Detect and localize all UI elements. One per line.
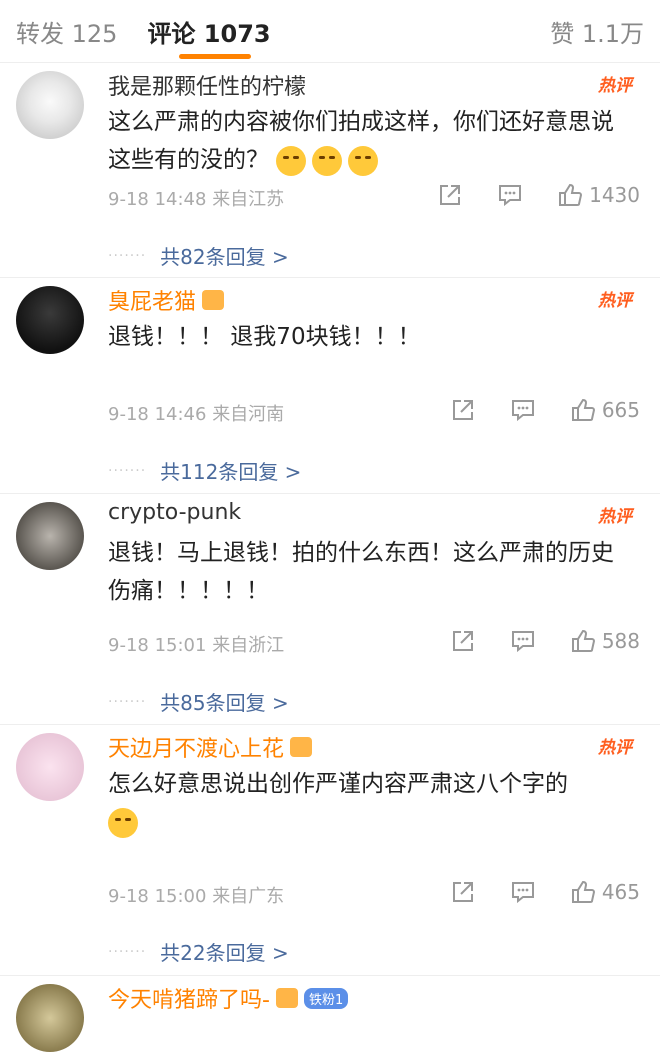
- avatar[interactable]: [16, 733, 84, 801]
- comment-text-content: 退钱！！！ 退我70块钱！！！: [108, 324, 421, 350]
- replies-dots: ·······: [108, 943, 147, 960]
- comment-meta: 9-18 14:46 来自河南: [108, 400, 284, 426]
- username-text: 今天啃猪蹄了吗-: [108, 988, 270, 1013]
- comment-location: 来自浙江: [212, 635, 285, 656]
- comment-time: 9-18 14:48: [108, 189, 207, 210]
- comment-time: 9-18 15:01: [108, 635, 207, 656]
- hot-comment-badge: 热评: [598, 738, 632, 758]
- comment-time: 9-18 15:00: [108, 886, 207, 907]
- tab-repost[interactable]: 转发 125: [16, 14, 117, 49]
- comment-item: 今天啃猪蹄了吗- 铁粉1: [0, 976, 660, 1052]
- comment-actions: 665: [416, 398, 640, 422]
- comment-actions: 465: [416, 880, 640, 904]
- replies-dots: ·······: [108, 247, 147, 264]
- like-icon[interactable]: [570, 398, 596, 422]
- member-crown-icon: [290, 737, 313, 757]
- replies-count: 共22条回复 >: [160, 941, 289, 965]
- replies-dots: ·······: [108, 462, 147, 479]
- tab-comments-label: 评论 1073: [147, 19, 271, 48]
- username-text: 天边月不渡心上花: [108, 737, 285, 762]
- comment-meta: 9-18 15:01 来自浙江: [108, 631, 284, 657]
- avatar[interactable]: [16, 286, 84, 354]
- sweat-smile-emoji-icon: [108, 807, 138, 838]
- replies-count: 共82条回复 >: [160, 245, 289, 269]
- view-replies-link[interactable]: ······· 共22条回复 >: [108, 937, 289, 966]
- username-text: crypto-punk: [108, 500, 242, 525]
- username[interactable]: 我是那颗任性的柠檬: [108, 69, 306, 101]
- view-replies-link[interactable]: ······· 共82条回复 >: [108, 241, 289, 270]
- comment-time: 9-18 14:46: [108, 404, 207, 425]
- comment-location: 来自河南: [212, 404, 285, 425]
- username-text: 我是那颗任性的柠檬: [108, 75, 307, 100]
- share-icon[interactable]: [450, 629, 476, 653]
- like-icon[interactable]: [557, 183, 583, 207]
- comment-text-content: 怎么好意思说出创作严谨内容严肃这八个字的: [108, 771, 568, 797]
- like-count: 1430: [589, 183, 640, 207]
- share-icon[interactable]: [450, 398, 476, 422]
- active-tab-indicator: [179, 53, 252, 59]
- member-crown-icon: [202, 290, 225, 310]
- comment-item: 天边月不渡心上花 热评 怎么好意思说出创作严谨内容严肃这八个字的 9-18 15…: [0, 725, 660, 976]
- comment-actions: 1430: [403, 183, 640, 207]
- view-replies-link[interactable]: ······· 共112条回复 >: [108, 456, 301, 485]
- comment-actions: 588: [416, 629, 640, 653]
- tab-comments[interactable]: 评论 1073: [147, 14, 271, 59]
- comment-meta: 9-18 14:48 来自江苏: [108, 185, 284, 211]
- smirk-emoji-icon: [312, 145, 343, 176]
- share-icon[interactable]: [437, 183, 463, 207]
- hot-comment-badge: 热评: [598, 507, 632, 527]
- like-count: 465: [601, 880, 640, 904]
- replies-count: 共85条回复 >: [160, 691, 289, 715]
- like-icon[interactable]: [570, 880, 596, 904]
- replies-count: 共112条回复 >: [160, 460, 302, 484]
- username[interactable]: 臭屁老猫: [108, 284, 225, 316]
- comment-location: 来自江苏: [212, 189, 285, 210]
- comment-icon[interactable]: [510, 880, 536, 904]
- replies-dots: ·······: [108, 693, 147, 710]
- smirk-emoji-icon: [348, 145, 379, 176]
- fan-badge: 铁粉1: [303, 987, 349, 1009]
- comment-item: 我是那颗任性的柠檬 热评 这么严肃的内容被你们拍成这样，你们还好意思说这些有的没…: [0, 63, 660, 278]
- comment-item: crypto-punk 热评 退钱！马上退钱！拍的什么东西！这么严肃的历史伤痛！…: [0, 494, 660, 725]
- hot-comment-badge: 热评: [598, 76, 632, 96]
- like-count: 588: [601, 629, 640, 653]
- comment-item: 臭屁老猫 热评 退钱！！！ 退我70块钱！！！ 9-18 14:46 来自河南 …: [0, 278, 660, 494]
- comment-text: 怎么好意思说出创作严谨内容严肃这八个字的: [108, 765, 633, 841]
- comment-text: 退钱！马上退钱！拍的什么东西！这么严肃的历史伤痛！！！！！: [108, 534, 633, 610]
- comment-icon[interactable]: [510, 629, 536, 653]
- comment-text: 这么严肃的内容被你们拍成这样，你们还好意思说这些有的没的？: [108, 103, 633, 179]
- username[interactable]: 天边月不渡心上花: [108, 731, 313, 763]
- view-replies-link[interactable]: ······· 共85条回复 >: [108, 687, 289, 716]
- member-crown-icon: [275, 988, 298, 1008]
- comment-location: 来自广东: [212, 886, 285, 907]
- comment-text: 退钱！！！ 退我70块钱！！！: [108, 318, 633, 356]
- smirk-emoji-icon: [276, 145, 307, 176]
- username-text: 臭屁老猫: [108, 290, 197, 315]
- comment-meta: 9-18 15:00 来自广东: [108, 882, 284, 908]
- hot-comment-badge: 热评: [598, 291, 632, 311]
- username[interactable]: 今天啃猪蹄了吗- 铁粉1: [108, 982, 349, 1014]
- comment-tabs: 转发 125 评论 1073 赞 1.1万: [0, 0, 660, 63]
- like-icon[interactable]: [570, 629, 596, 653]
- comment-icon[interactable]: [510, 398, 536, 422]
- avatar[interactable]: [16, 984, 84, 1052]
- username[interactable]: crypto-punk: [108, 500, 241, 525]
- comment-text-content: 退钱！马上退钱！拍的什么东西！这么严肃的历史伤痛！！！！！: [108, 540, 614, 604]
- avatar[interactable]: [16, 502, 84, 570]
- tab-likes[interactable]: 赞 1.1万: [550, 14, 644, 49]
- avatar[interactable]: [16, 71, 84, 139]
- like-count: 665: [601, 398, 640, 422]
- share-icon[interactable]: [450, 880, 476, 904]
- comment-icon[interactable]: [497, 183, 523, 207]
